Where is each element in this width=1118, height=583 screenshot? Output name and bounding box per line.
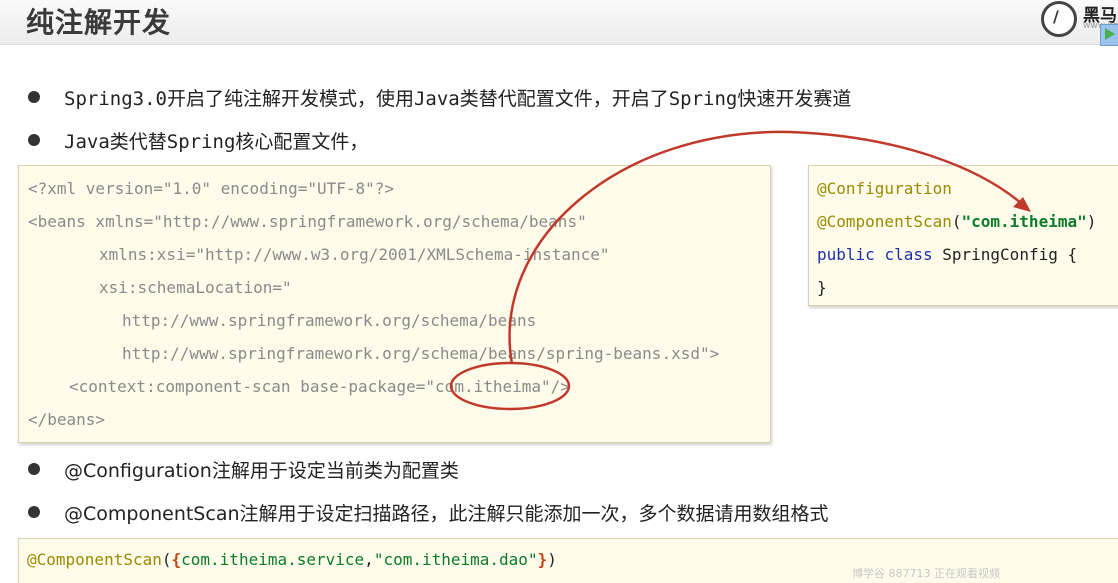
java-package-string: "com.itheima" bbox=[961, 212, 1087, 231]
example-value-2: "com.itheima.dao" bbox=[373, 550, 538, 569]
xml-line-8: </beans> bbox=[28, 410, 106, 429]
java-line-4: } bbox=[817, 278, 827, 297]
xml-line-5: http://www.springframework.org/schema/be… bbox=[122, 311, 537, 330]
example-open-brace: { bbox=[171, 550, 182, 569]
example-close-brace: } bbox=[537, 550, 548, 569]
example-value-1: com.itheima.service bbox=[181, 550, 365, 569]
class-keyword: class bbox=[884, 245, 933, 264]
play-icon bbox=[1105, 28, 1115, 40]
componentscan-annotation: @ComponentScan bbox=[817, 212, 952, 231]
example-comma: , bbox=[364, 550, 374, 569]
java-close-paren: ) bbox=[1086, 212, 1097, 231]
play-button[interactable] bbox=[1100, 24, 1118, 46]
title-bar: 纯注解开发 ∕ 黑马 www.ith bbox=[0, 0, 1118, 46]
bullet-text-4: @ComponentScan注解用于设定扫描路径，此注解只能添加一次，多个数据请… bbox=[64, 503, 829, 525]
example-annotation: @ComponentScan bbox=[27, 550, 162, 569]
java-open-paren: ( bbox=[951, 212, 962, 231]
public-keyword: public bbox=[817, 245, 875, 264]
xml-line-7: <context:component-scan base-package="co… bbox=[69, 377, 570, 396]
bullet-dot bbox=[28, 506, 40, 518]
java-code-block: @Configuration @ComponentScan("com.ithei… bbox=[808, 165, 1118, 306]
example-line: @ComponentScan({com.itheima.service,"com… bbox=[27, 550, 557, 569]
xml-line-4: xsi:schemaLocation=" bbox=[99, 278, 292, 297]
xml-line-2: <beans xmlns="http://www.springframework… bbox=[28, 212, 587, 231]
class-name: SpringConfig { bbox=[942, 245, 1078, 264]
bullet-dot bbox=[28, 91, 40, 103]
example-close-paren: ) bbox=[547, 550, 557, 569]
bullet-dot bbox=[28, 463, 40, 475]
bullet-text-2: Java类代替Spring核心配置文件， bbox=[64, 131, 369, 153]
brand-logo: ∕ 黑马 www.ith bbox=[1041, 0, 1118, 46]
java-line-1: @Configuration bbox=[817, 179, 952, 198]
xml-line-3: xmlns:xsi="http://www.w3.org/2001/XMLSch… bbox=[99, 245, 610, 264]
horse-logo-icon: ∕ bbox=[1041, 1, 1077, 37]
viewer-watermark: 博学谷 887713 正在观看视频 bbox=[852, 567, 1000, 580]
bullet-text-1: Spring3.0开启了纯注解开发模式，使用Java类替代配置文件，开启了Spr… bbox=[64, 88, 852, 110]
bullet-text-3: @Configuration注解用于设定当前类为配置类 bbox=[64, 460, 459, 482]
java-line-3: public class SpringConfig { bbox=[817, 245, 1077, 264]
bullet-dot bbox=[28, 134, 40, 146]
java-line-2: @ComponentScan("com.itheima") bbox=[817, 212, 1096, 231]
xml-code-block: <?xml version="1.0" encoding="UTF-8"?> <… bbox=[18, 165, 771, 443]
example-open-paren: ( bbox=[161, 550, 172, 569]
page-title: 纯注解开发 bbox=[26, 6, 172, 39]
xml-line-1: <?xml version="1.0" encoding="UTF-8"?> bbox=[28, 179, 395, 198]
xml-line-6: http://www.springframework.org/schema/be… bbox=[122, 344, 720, 363]
configuration-annotation: @Configuration bbox=[817, 179, 952, 198]
